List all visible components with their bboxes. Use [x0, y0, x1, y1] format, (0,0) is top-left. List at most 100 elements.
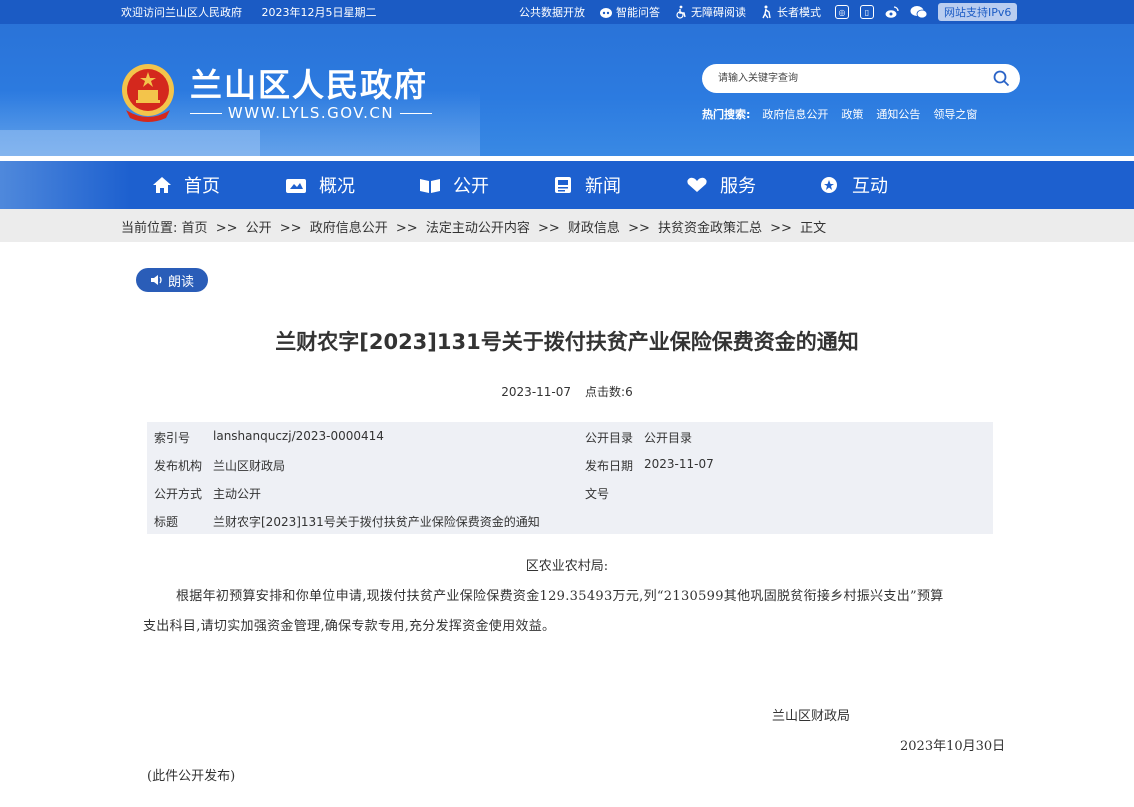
wheelchair-icon: [676, 5, 686, 19]
breadcrumb: 当前位置: 首页 >> 公开 >> 政府信息公开 >> 法定主动公开内容 >> …: [0, 209, 1134, 242]
breadcrumb-separator: >>: [628, 221, 650, 236]
nav-item-label: 服务: [720, 176, 756, 197]
breadcrumb-link[interactable]: 首页: [182, 221, 208, 236]
search-box: [702, 64, 1020, 93]
info-label: 标题: [154, 515, 179, 529]
info-value: lanshanquczj/2023-0000414: [213, 429, 384, 443]
read-aloud-button[interactable]: 朗读: [136, 268, 208, 292]
read-aloud-label: 朗读: [167, 274, 194, 290]
info-value: 兰山区财政局: [213, 459, 286, 473]
accessible-reading-link[interactable]: 无障碍阅读: [674, 4, 746, 20]
document-info-table: 索引号 lanshanquczj/2023-0000414 公开目录 公开目录 …: [147, 422, 993, 534]
public-data-link-label: 公共数据开放: [519, 6, 585, 19]
public-data-link[interactable]: 公共数据开放: [519, 4, 585, 20]
search-input[interactable]: [718, 69, 978, 88]
wechat-icon[interactable]: [910, 5, 928, 19]
nav-left-decoration: [0, 161, 130, 209]
article-meta: 2023-11-07 点击数:6: [0, 383, 1134, 400]
breadcrumb-separator: >>: [537, 221, 560, 236]
weibo-icon[interactable]: [885, 5, 899, 19]
hot-term-link[interactable]: 领导之窗: [933, 106, 977, 122]
info-label: 发布日期: [585, 459, 634, 473]
main-nav: 首页 概况 公开 新闻 服务 互动: [0, 161, 1134, 209]
header-banner: 兰山区人民政府 WWW.LYLS.GOV.CN 热门搜索: 政府信息公开 政策 …: [0, 24, 1134, 160]
nav-item-service[interactable]: 服务: [686, 161, 756, 209]
nav-item-news[interactable]: 新闻: [553, 161, 621, 209]
info-label: 索引号: [154, 431, 191, 445]
url-right-rule: [400, 112, 433, 114]
info-value: 主动公开: [213, 487, 262, 501]
article-date: 2023-11-07: [501, 385, 572, 399]
overview-icon: [286, 179, 306, 193]
speaker-icon: [150, 275, 162, 285]
info-value: 兰财农字[2023]131号关于拨付扶贫产业保险保费资金的通知: [213, 515, 540, 529]
smart-qa-link[interactable]: 智能问答: [599, 4, 660, 20]
current-date: 2023年12月5日星期二: [261, 6, 377, 19]
signature-date: 2023年10月30日: [900, 739, 1006, 754]
breadcrumb-inner: 当前位置: 首页 >> 公开 >> 政府信息公开 >> 法定主动公开内容 >> …: [121, 217, 826, 236]
site-title: 兰山区人民政府: [190, 66, 429, 104]
elderly-mode-link[interactable]: 长者模式: [760, 4, 821, 20]
info-row: 标题 兰财农字[2023]131号关于拨付扶贫产业保险保费资金的通知: [147, 506, 993, 534]
info-row: 发布机构 兰山区财政局 发布日期 2023-11-07: [147, 450, 993, 478]
top-strip: 欢迎访问兰山区人民政府 2023年12月5日星期二 公共数据开放 智能问答 无障…: [0, 0, 1134, 24]
info-value: 公开目录: [644, 431, 693, 445]
chat-icon: [821, 177, 837, 193]
search-icon[interactable]: [993, 70, 1010, 87]
info-label: 文号: [585, 487, 610, 501]
nav-item-label: 概况: [319, 176, 355, 197]
open-book-icon: [420, 179, 440, 193]
body-paragraph: 根据年初预算安排和你单位申请,现拨付扶贫产业保险保费资金129.35493万元,…: [176, 589, 944, 604]
nav-item-home[interactable]: 首页: [152, 161, 220, 209]
nav-item-interact[interactable]: 互动: [820, 161, 888, 209]
national-emblem-icon: [122, 64, 174, 122]
breadcrumb-separator: >>: [770, 221, 792, 236]
info-label: 公开目录: [585, 431, 634, 445]
article-title: 兰财农字[2023]131号关于拨付扶贫产业保险保费资金的通知: [275, 330, 859, 354]
news-icon: [555, 177, 571, 193]
breadcrumb-current: 正文: [800, 221, 827, 236]
info-row: 索引号 lanshanquczj/2023-0000414 公开目录 公开目录: [147, 422, 993, 450]
breadcrumb-link[interactable]: 法定主动公开内容: [426, 221, 530, 236]
breadcrumb-separator: >>: [279, 221, 302, 236]
hot-term-link[interactable]: 通知公告: [876, 106, 920, 122]
hot-search: 热门搜索: 政府信息公开 政策 通知公告 领导之窗: [702, 106, 990, 122]
site-url: WWW.LYLS.GOV.CN: [190, 104, 433, 122]
click-count: 点击数:6: [585, 385, 633, 399]
info-label: 公开方式: [154, 487, 203, 501]
mini-program-icon[interactable]: ◎: [835, 5, 849, 19]
nav-item-label: 新闻: [585, 176, 621, 197]
info-value: 2023-11-07: [644, 457, 714, 471]
breadcrumb-link[interactable]: 公开: [246, 221, 272, 236]
smart-qa-label: 智能问答: [616, 6, 660, 19]
robot-icon: [600, 8, 612, 18]
body-paragraph: 支出科目,请切实加强资金管理,确保专款专用,充分发挥资金使用效益。: [143, 619, 556, 634]
ipv6-badge: 网站支持IPv6: [938, 3, 1018, 21]
letter-recipient: 区农业农村局:: [525, 559, 609, 574]
top-strip-links: 公共数据开放 智能问答 无障碍阅读 长者模式 ◎ ▯ 网站支持IPv6: [519, 3, 1018, 21]
mobile-icon[interactable]: ▯: [860, 5, 874, 19]
elderly-icon: [762, 5, 771, 19]
nav-item-overview[interactable]: 概况: [285, 161, 355, 209]
breadcrumb-link[interactable]: 扶贫资金政策汇总: [658, 221, 762, 236]
publication-note: (此件公开发布): [147, 769, 236, 784]
breadcrumb-link[interactable]: 财政信息: [568, 221, 620, 236]
breadcrumb-prefix: 当前位置:: [121, 221, 178, 236]
hot-term-link[interactable]: 政策: [841, 106, 863, 122]
service-icon: [687, 177, 707, 192]
breadcrumb-link[interactable]: 政府信息公开: [310, 221, 388, 236]
hot-term-link[interactable]: 政府信息公开: [762, 106, 828, 122]
nav-item-open[interactable]: 公开: [419, 161, 489, 209]
signature: 兰山区财政局: [772, 709, 851, 724]
site-url-text: WWW.LYLS.GOV.CN: [227, 104, 395, 122]
nav-item-label: 首页: [184, 176, 220, 197]
info-label: 发布机构: [154, 459, 203, 473]
home-icon: [153, 177, 171, 193]
nav-item-label: 互动: [852, 176, 888, 197]
breadcrumb-separator: >>: [395, 221, 418, 236]
url-left-rule: [190, 112, 222, 114]
top-strip-left: 欢迎访问兰山区人民政府 2023年12月5日星期二: [121, 4, 393, 20]
accessible-reading-label: 无障碍阅读: [691, 6, 746, 19]
info-row: 公开方式 主动公开 文号: [147, 478, 993, 506]
hot-search-label: 热门搜索:: [702, 108, 751, 121]
